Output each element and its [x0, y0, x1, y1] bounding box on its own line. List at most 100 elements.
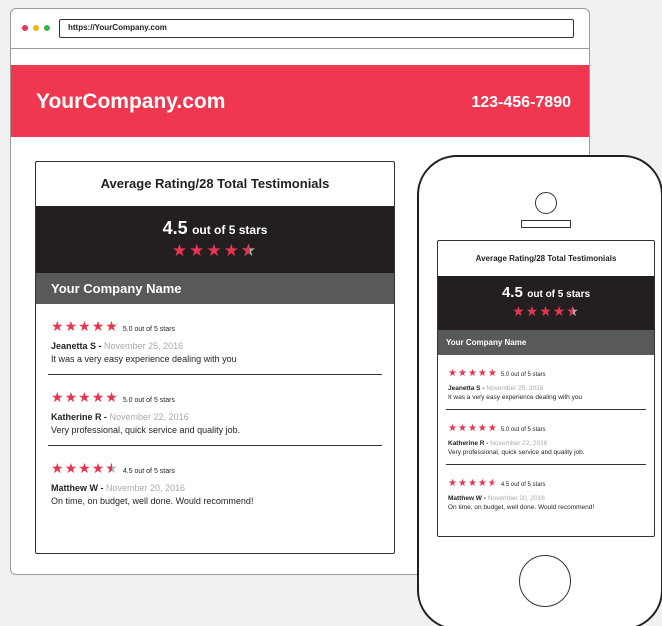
half-star-icon: ★	[566, 303, 580, 320]
site-phone-number[interactable]: 123-456-7890	[471, 94, 571, 112]
review-list: ★★★★★ 5.0 out of 5 stars Jeanetta S - Nov…	[438, 355, 654, 519]
review-stars-icon: ★★★★★	[51, 460, 119, 477]
site-header: YourCompany.com 123-456-7890	[11, 65, 589, 137]
star-icon: ★	[91, 460, 106, 476]
browser-toolbar: https://YourCompany.com	[11, 9, 589, 49]
star-icon: ★	[477, 423, 488, 434]
review-rating-text: 4.5 out of 5 stars	[122, 468, 175, 475]
reviewer-name: Katherine R -	[448, 440, 489, 447]
review-item: ★★★★★4.5 out of 5 stars Matthew W - Nove…	[48, 446, 382, 516]
star-icon: ★	[64, 460, 79, 476]
star-icon: ★	[171, 241, 190, 260]
star-icon: ★	[457, 478, 468, 489]
star-icon: ★	[51, 460, 65, 476]
average-score: 4.5	[162, 218, 188, 238]
review-list: ★★★★★ 5.0 out of 5 stars Jeanetta S - Nov…	[36, 304, 394, 516]
review-stars-icon: ★★★★★	[448, 423, 498, 434]
site-brand[interactable]: YourCompany.com	[36, 90, 225, 114]
review-stars-icon: ★★★★★	[448, 368, 498, 379]
review-rating-text: 5.0 out of 5 stars	[122, 397, 175, 404]
star-icon: ★	[189, 241, 207, 260]
review-text: On time, on budget, well done. Would rec…	[51, 496, 254, 506]
review-date: November 25, 2016	[486, 385, 544, 392]
review-rating-text: 5.0 out of 5 stars	[122, 326, 175, 333]
star-icon: ★	[552, 303, 567, 319]
star-icon: ★	[223, 241, 241, 260]
review-text: Very professional, quick service and qua…	[51, 425, 241, 435]
star-icon: ★	[467, 368, 478, 379]
reviewer-name: Jeanetta S -	[51, 341, 102, 351]
company-name-bar: Your Company Name	[438, 330, 654, 355]
star-icon: ★	[91, 389, 106, 405]
address-bar[interactable]: https://YourCompany.com	[59, 19, 574, 38]
star-icon: ★	[457, 368, 468, 379]
half-star-icon: ★	[241, 241, 258, 261]
review-date: November 20, 2016	[106, 483, 186, 493]
star-icon: ★	[539, 303, 553, 319]
star-icon: ★	[467, 478, 478, 489]
average-stars-icon: ★★★★★	[36, 241, 394, 261]
review-text: On time, on budget, well done. Would rec…	[448, 504, 595, 511]
review-rating-text: 5.0 out of 5 stars	[500, 372, 546, 378]
review-rating-text: 4.5 out of 5 stars	[500, 482, 546, 488]
star-icon: ★	[487, 423, 498, 434]
star-icon: ★	[105, 389, 119, 405]
reviewer-name: Katherine R -	[51, 412, 108, 422]
review-date: November 25, 2016	[104, 341, 184, 351]
half-star-icon: ★	[488, 478, 498, 489]
star-icon: ★	[51, 318, 65, 334]
home-button[interactable]	[519, 555, 571, 607]
review-date: November 22, 2016	[490, 440, 548, 447]
rating-widget-mobile: Average Rating/28 Total Testimonials 4.5…	[437, 240, 655, 537]
maximize-dot-icon[interactable]	[44, 25, 50, 31]
star-icon: ★	[477, 478, 488, 489]
star-icon: ★	[64, 318, 79, 334]
review-date: November 20, 2016	[487, 495, 545, 502]
star-icon: ★	[448, 368, 458, 379]
review-text: Very professional, quick service and qua…	[448, 449, 585, 456]
review-text: It was a very easy experience dealing wi…	[448, 394, 583, 401]
review-item: ★★★★★4.5 out of 5 stars Matthew W - Nove…	[446, 465, 646, 519]
star-icon: ★	[78, 389, 92, 405]
review-item: ★★★★★ 5.0 out of 5 stars Katherine R - No…	[48, 375, 382, 446]
widget-title: Average Rating/28 Total Testimonials	[475, 254, 617, 263]
minimize-dot-icon[interactable]	[33, 25, 39, 31]
review-item: ★★★★★ 5.0 out of 5 stars Katherine R - No…	[446, 410, 646, 465]
average-score-panel: 4.5 out of 5 stars ★★★★★	[36, 206, 394, 273]
star-icon: ★	[105, 318, 119, 334]
window-controls	[22, 25, 50, 31]
average-score: 4.5	[501, 284, 523, 301]
review-stars-icon: ★★★★★	[448, 478, 498, 489]
average-score-suffix: out of 5 stars	[192, 223, 268, 237]
star-icon: ★	[467, 423, 478, 434]
review-stars-icon: ★★★★★	[51, 389, 119, 405]
star-icon: ★	[448, 478, 458, 489]
review-item: ★★★★★ 5.0 out of 5 stars Jeanetta S - Nov…	[48, 304, 382, 375]
widget-title: Average Rating/28 Total Testimonials	[100, 176, 330, 191]
star-icon: ★	[512, 303, 526, 319]
average-stars-icon: ★★★★★	[438, 303, 654, 320]
average-score-panel: 4.5 out of 5 stars ★★★★★	[438, 276, 654, 330]
average-score-suffix: out of 5 stars	[527, 289, 591, 300]
star-icon: ★	[64, 389, 79, 405]
star-icon: ★	[51, 389, 65, 405]
reviewer-name: Matthew W -	[51, 483, 104, 493]
camera-icon	[535, 192, 557, 214]
review-item: ★★★★★ 5.0 out of 5 stars Jeanetta S - Nov…	[446, 355, 646, 410]
star-icon: ★	[477, 368, 488, 379]
star-icon: ★	[206, 241, 224, 260]
review-text: It was a very easy experience dealing wi…	[51, 354, 237, 364]
speaker-icon	[521, 220, 571, 228]
reviewer-name: Matthew W -	[448, 495, 486, 502]
review-rating-text: 5.0 out of 5 stars	[500, 427, 546, 433]
review-stars-icon: ★★★★★	[51, 318, 119, 334]
company-name-bar: Your Company Name	[36, 273, 394, 304]
star-icon: ★	[78, 318, 92, 334]
star-icon: ★	[457, 423, 468, 434]
phone-mockup: Average Rating/28 Total Testimonials 4.5…	[417, 155, 662, 626]
star-icon: ★	[448, 423, 458, 434]
star-icon: ★	[525, 303, 540, 319]
rating-widget-desktop: Average Rating/28 Total Testimonials 4.5…	[35, 161, 395, 554]
star-icon: ★	[487, 368, 498, 379]
close-dot-icon[interactable]	[22, 25, 28, 31]
